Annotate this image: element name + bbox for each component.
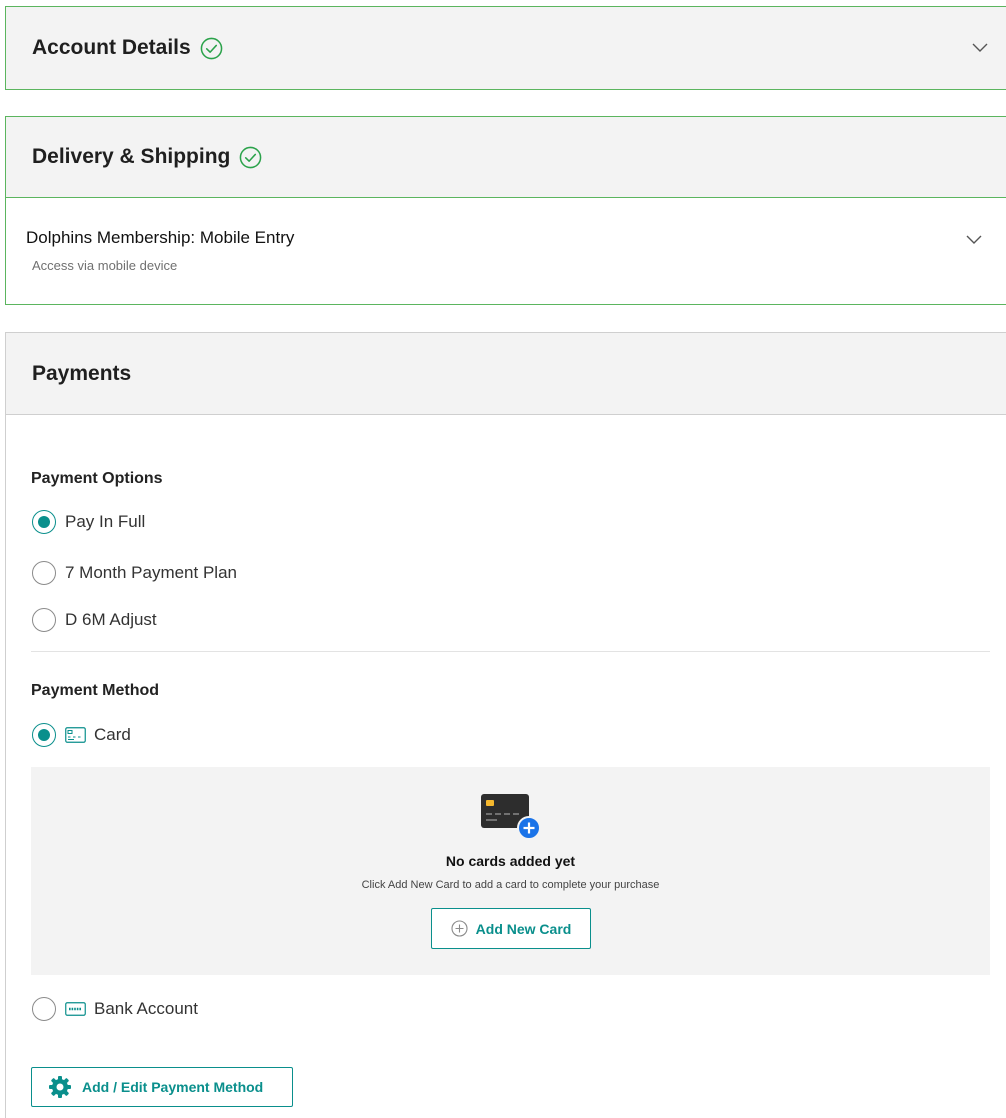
plus-circle-icon xyxy=(451,920,468,937)
empty-state-subtitle: Click Add New Card to add a card to comp… xyxy=(361,879,660,891)
radio-selected[interactable] xyxy=(32,510,56,534)
payment-method-label: Bank Account xyxy=(94,999,198,1018)
add-card-illustration-icon xyxy=(481,794,541,840)
account-details-section: Account Details xyxy=(5,6,1006,90)
add-edit-payment-method-button[interactable]: Add / Edit Payment Method xyxy=(31,1067,293,1107)
payment-method-label: Card xyxy=(94,725,131,744)
payment-option-7-month-plan[interactable]: 7 Month Payment Plan xyxy=(32,561,237,585)
chevron-down-icon[interactable] xyxy=(966,235,982,245)
add-new-card-label: Add New Card xyxy=(475,920,572,937)
check-circle-icon xyxy=(240,146,262,168)
payments-title: Payments xyxy=(32,361,132,385)
payment-option-label: 7 Month Payment Plan xyxy=(65,563,237,582)
delivery-option-subtitle: Access via mobile device xyxy=(32,258,178,273)
delivery-option[interactable]: Dolphins Membership: Mobile Entry Access… xyxy=(6,198,1006,304)
payments-header: Payments xyxy=(6,333,1006,415)
payment-method-title: Payment Method xyxy=(31,682,160,699)
radio-unselected[interactable] xyxy=(32,561,56,585)
delivery-title: Delivery & Shipping xyxy=(32,145,231,168)
divider xyxy=(31,651,990,652)
radio-unselected[interactable] xyxy=(32,608,56,632)
gear-icon xyxy=(49,1076,71,1098)
radio-selected[interactable] xyxy=(32,723,56,747)
chevron-down-icon[interactable] xyxy=(972,43,988,53)
check-circle-icon xyxy=(200,37,223,59)
radio-unselected[interactable] xyxy=(32,997,56,1021)
card-icon xyxy=(65,727,86,743)
payment-method-bank-account[interactable]: Bank Account xyxy=(32,997,198,1021)
account-details-title: Account Details xyxy=(32,36,191,59)
delivery-option-title: Dolphins Membership: Mobile Entry xyxy=(26,228,294,248)
delivery-option-name: Mobile Entry xyxy=(199,228,295,247)
payment-method-card[interactable]: Card xyxy=(32,723,131,747)
add-edit-payment-method-label: Add / Edit Payment Method xyxy=(82,1079,264,1095)
delivery-option-prefix: Dolphins Membership: xyxy=(26,228,196,247)
payment-option-label: Pay In Full xyxy=(65,512,146,531)
delivery-header[interactable]: Delivery & Shipping xyxy=(6,117,1006,198)
payment-options-title: Payment Options xyxy=(31,470,163,487)
empty-state-title: No cards added yet xyxy=(445,853,576,869)
add-new-card-button[interactable]: Add New Card xyxy=(431,908,591,949)
bank-icon xyxy=(65,1002,86,1016)
payment-option-d-6m-adjust[interactable]: D 6M Adjust xyxy=(32,608,157,632)
payment-option-label: D 6M Adjust xyxy=(65,610,157,629)
delivery-section: Delivery & Shipping Dolphins Membership:… xyxy=(5,116,1006,305)
payment-option-pay-in-full[interactable]: Pay In Full xyxy=(32,510,145,534)
account-details-header[interactable]: Account Details xyxy=(6,7,1006,89)
empty-cards-panel: No cards added yet Click Add New Card to… xyxy=(31,767,990,975)
